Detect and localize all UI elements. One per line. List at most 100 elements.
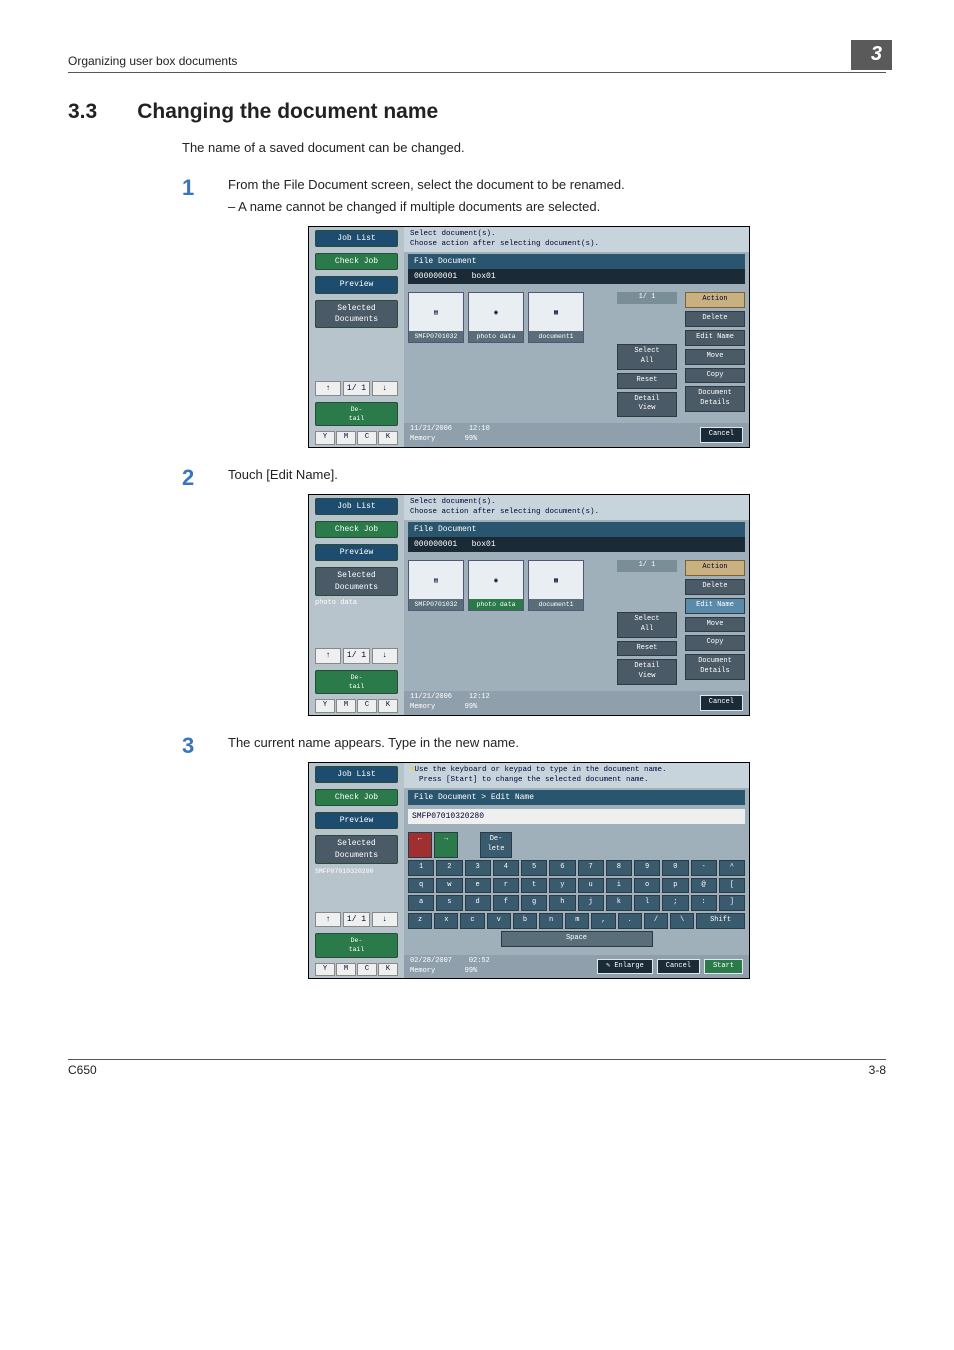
nav-down-icon[interactable]: ↓ bbox=[372, 912, 398, 927]
btn-reset[interactable]: Reset bbox=[617, 373, 677, 389]
key-.[interactable]: . bbox=[618, 913, 642, 929]
key-b[interactable]: b bbox=[513, 913, 537, 929]
tab-file-document[interactable]: File Document bbox=[408, 522, 745, 537]
nav-up-icon[interactable]: ↑ bbox=[315, 381, 341, 396]
btn-check-job[interactable]: Check Job bbox=[315, 253, 398, 270]
key-1[interactable]: 1 bbox=[408, 860, 434, 876]
btn-edit-name[interactable]: Edit Name bbox=[685, 330, 745, 346]
key-z[interactable]: z bbox=[408, 913, 432, 929]
key-][interactable]: ] bbox=[719, 895, 745, 911]
btn-delete[interactable]: Delete bbox=[685, 311, 745, 327]
key-o[interactable]: o bbox=[634, 878, 660, 894]
tab-file-document[interactable]: File Document bbox=[408, 254, 745, 269]
btn-delete[interactable]: Delete bbox=[685, 579, 745, 595]
key-@[interactable]: @ bbox=[691, 878, 717, 894]
key-arrow-right[interactable]: → bbox=[434, 832, 458, 858]
key-/[interactable]: / bbox=[644, 913, 668, 929]
key-shift[interactable]: Shift bbox=[696, 913, 745, 929]
key-h[interactable]: h bbox=[549, 895, 575, 911]
key-m[interactable]: m bbox=[565, 913, 589, 929]
key-l[interactable]: l bbox=[634, 895, 660, 911]
btn-copy[interactable]: Copy bbox=[685, 368, 745, 384]
key-p[interactable]: p bbox=[662, 878, 688, 894]
key-\[interactable]: \ bbox=[670, 913, 694, 929]
key-e[interactable]: e bbox=[465, 878, 491, 894]
key-a[interactable]: a bbox=[408, 895, 434, 911]
key-:[interactable]: : bbox=[691, 895, 717, 911]
btn-detail[interactable]: De- tail bbox=[315, 670, 398, 694]
key-g[interactable]: g bbox=[521, 895, 547, 911]
key-y[interactable]: y bbox=[549, 878, 575, 894]
key--[interactable]: - bbox=[691, 860, 717, 876]
key-4[interactable]: 4 bbox=[493, 860, 519, 876]
key-^[interactable]: ^ bbox=[719, 860, 745, 876]
btn-detail-view[interactable]: Detail View bbox=[617, 392, 677, 418]
btn-detail[interactable]: De- tail bbox=[315, 933, 398, 957]
key-6[interactable]: 6 bbox=[549, 860, 575, 876]
key-5[interactable]: 5 bbox=[521, 860, 547, 876]
key-t[interactable]: t bbox=[521, 878, 547, 894]
nav-up-icon[interactable]: ↑ bbox=[315, 648, 341, 663]
key-i[interactable]: i bbox=[606, 878, 632, 894]
nav-down-icon[interactable]: ↓ bbox=[372, 648, 398, 663]
key-0[interactable]: 0 bbox=[662, 860, 688, 876]
btn-move[interactable]: Move bbox=[685, 617, 745, 633]
key-j[interactable]: j bbox=[578, 895, 604, 911]
btn-detail-view[interactable]: Detail View bbox=[617, 659, 677, 685]
btn-doc-details[interactable]: Document Details bbox=[685, 386, 745, 412]
btn-reset[interactable]: Reset bbox=[617, 641, 677, 657]
thumb-1[interactable]: ▤SMFP0701032 bbox=[408, 292, 464, 343]
key-8[interactable]: 8 bbox=[606, 860, 632, 876]
key-2[interactable]: 2 bbox=[436, 860, 462, 876]
key-space[interactable]: Space bbox=[501, 931, 653, 947]
btn-cancel[interactable]: Cancel bbox=[700, 695, 743, 711]
btn-select-all[interactable]: Select All bbox=[617, 344, 677, 370]
btn-job-list[interactable]: Job List bbox=[315, 498, 398, 515]
nav-down-icon[interactable]: ↓ bbox=[372, 381, 398, 396]
thumb-3[interactable]: ▦document1 bbox=[528, 560, 584, 611]
btn-cancel[interactable]: Cancel bbox=[657, 959, 700, 975]
btn-check-job[interactable]: Check Job bbox=[315, 789, 398, 806]
key-9[interactable]: 9 bbox=[634, 860, 660, 876]
btn-preview[interactable]: Preview bbox=[315, 276, 398, 293]
key-delete[interactable]: De- lete bbox=[480, 832, 512, 858]
thumb-2-selected[interactable]: ◉photo data bbox=[468, 560, 524, 611]
btn-preview[interactable]: Preview bbox=[315, 544, 398, 561]
btn-doc-details[interactable]: Document Details bbox=[685, 654, 745, 680]
key-w[interactable]: w bbox=[436, 878, 462, 894]
key-arrow-left[interactable]: ← bbox=[408, 832, 432, 858]
btn-job-list[interactable]: Job List bbox=[315, 230, 398, 247]
btn-copy[interactable]: Copy bbox=[685, 635, 745, 651]
btn-enlarge[interactable]: ✎ Enlarge bbox=[597, 959, 653, 975]
key-x[interactable]: x bbox=[434, 913, 458, 929]
thumb-3[interactable]: ▦document1 bbox=[528, 292, 584, 343]
key-r[interactable]: r bbox=[493, 878, 519, 894]
btn-start[interactable]: Start bbox=[704, 959, 743, 975]
btn-preview[interactable]: Preview bbox=[315, 812, 398, 829]
btn-select-all[interactable]: Select All bbox=[617, 612, 677, 638]
key-[[interactable]: [ bbox=[719, 878, 745, 894]
key-f[interactable]: f bbox=[493, 895, 519, 911]
key-d[interactable]: d bbox=[465, 895, 491, 911]
key-k[interactable]: k bbox=[606, 895, 632, 911]
name-input[interactable]: SMFP07010320280 bbox=[408, 809, 745, 824]
btn-check-job[interactable]: Check Job bbox=[315, 521, 398, 538]
key-,[interactable]: , bbox=[591, 913, 615, 929]
key-v[interactable]: v bbox=[487, 913, 511, 929]
btn-edit-name[interactable]: Edit Name bbox=[685, 598, 745, 614]
thumb-2[interactable]: ◉photo data bbox=[468, 292, 524, 343]
key-n[interactable]: n bbox=[539, 913, 563, 929]
btn-detail[interactable]: De- tail bbox=[315, 402, 398, 426]
key-q[interactable]: q bbox=[408, 878, 434, 894]
key-c[interactable]: c bbox=[460, 913, 484, 929]
btn-job-list[interactable]: Job List bbox=[315, 766, 398, 783]
btn-cancel[interactable]: Cancel bbox=[700, 427, 743, 443]
key-7[interactable]: 7 bbox=[578, 860, 604, 876]
key-;[interactable]: ; bbox=[662, 895, 688, 911]
key-s[interactable]: s bbox=[436, 895, 462, 911]
thumb-1[interactable]: ▤SMFP0701032 bbox=[408, 560, 464, 611]
key-u[interactable]: u bbox=[578, 878, 604, 894]
nav-up-icon[interactable]: ↑ bbox=[315, 912, 341, 927]
key-3[interactable]: 3 bbox=[465, 860, 491, 876]
btn-move[interactable]: Move bbox=[685, 349, 745, 365]
